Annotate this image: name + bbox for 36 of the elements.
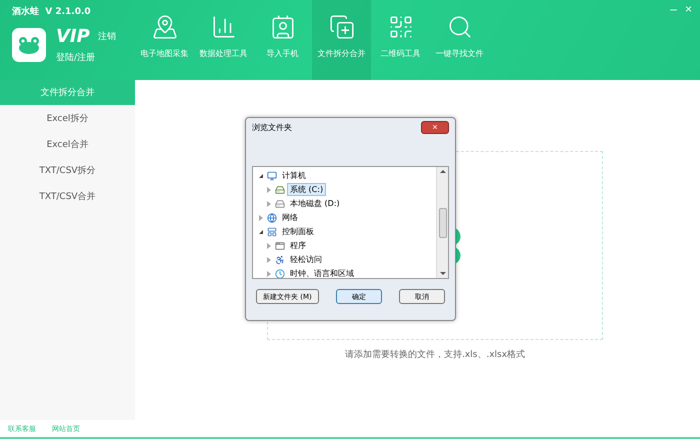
search-icon — [446, 14, 472, 40]
tree-item[interactable]: 程序 — [287, 239, 309, 252]
tree-item[interactable]: 系统 (C:) — [287, 183, 326, 196]
sidebar-item[interactable]: TXT/CSV拆分 — [0, 157, 135, 183]
contact-card-icon — [270, 14, 296, 40]
copy-plus-icon — [328, 14, 354, 40]
tree-item[interactable]: 网络 — [279, 211, 301, 224]
globe-icon — [267, 212, 277, 222]
frog-logo — [12, 28, 46, 62]
sidebar-item[interactable]: Excel合并 — [0, 131, 135, 157]
app-title: 酒水蛙 V 2.1.0.0 — [12, 5, 92, 18]
qr-code-icon — [388, 14, 414, 40]
sidebar-item[interactable]: Excel拆分 — [0, 105, 135, 131]
close-button[interactable]: × — [421, 120, 449, 134]
accessibility-icon — [275, 254, 285, 264]
scrollbar[interactable] — [436, 167, 448, 278]
window-icon — [275, 240, 285, 250]
vip-label: VIP — [56, 26, 90, 47]
map-pin-icon — [152, 14, 178, 40]
clock-icon — [275, 268, 285, 278]
expander-icon[interactable] — [259, 174, 263, 178]
drive-icon — [275, 198, 285, 208]
tree-item[interactable]: 控制面板 — [279, 225, 317, 238]
tree-item[interactable]: 轻松访问 — [287, 253, 325, 266]
tree-item[interactable]: 时钟、语言和区域 — [287, 267, 357, 278]
sidebar-item[interactable]: TXT/CSV合并 — [0, 183, 135, 209]
computer-icon — [267, 170, 277, 180]
drive-icon — [275, 184, 285, 194]
bar-chart-icon — [210, 14, 236, 40]
tree-item[interactable]: 计算机 — [279, 169, 309, 182]
tree-item[interactable]: 本地磁盘 (D:) — [287, 197, 343, 210]
sidebar-header: 文件拆分合并 — [0, 80, 135, 105]
dialog-title: 浏览文件夹 — [252, 122, 292, 132]
window-icon — [267, 226, 277, 236]
expander-icon[interactable] — [259, 230, 263, 234]
hint-text: 请添加需要转换的文件，支持.xls、.xlsx格式 — [344, 348, 526, 361]
